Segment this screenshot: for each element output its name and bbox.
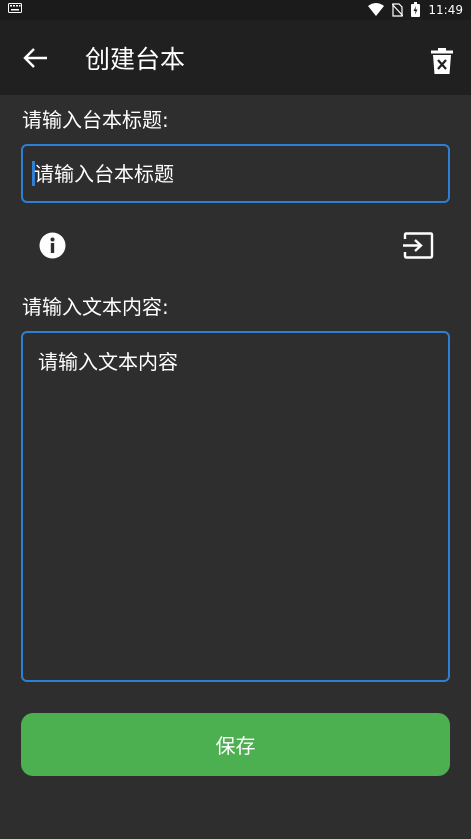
info-icon[interactable] bbox=[39, 232, 66, 259]
title-label: 请输入台本标题: bbox=[22, 108, 169, 132]
trash-icon[interactable] bbox=[431, 48, 453, 74]
status-time: 11:49 bbox=[428, 2, 463, 17]
status-bar: 11:49 bbox=[0, 0, 471, 20]
app-bar: 创建台本 bbox=[0, 20, 471, 95]
keyboard-icon bbox=[8, 3, 22, 13]
content-label: 请输入文本内容: bbox=[22, 295, 169, 319]
content-textarea[interactable]: 请输入文本内容 bbox=[21, 331, 450, 682]
content-placeholder: 请输入文本内容 bbox=[38, 350, 178, 374]
save-button[interactable]: 保存 bbox=[21, 713, 450, 776]
arrow-left-icon[interactable] bbox=[20, 42, 52, 74]
no-sim-icon bbox=[392, 2, 404, 17]
page-title: 创建台本 bbox=[85, 45, 186, 74]
title-placeholder: 请输入台本标题 bbox=[34, 162, 174, 186]
title-input[interactable]: 请输入台本标题 bbox=[21, 144, 450, 203]
battery-icon bbox=[411, 2, 421, 17]
input-icon[interactable] bbox=[403, 232, 434, 259]
wifi-icon bbox=[368, 3, 385, 16]
